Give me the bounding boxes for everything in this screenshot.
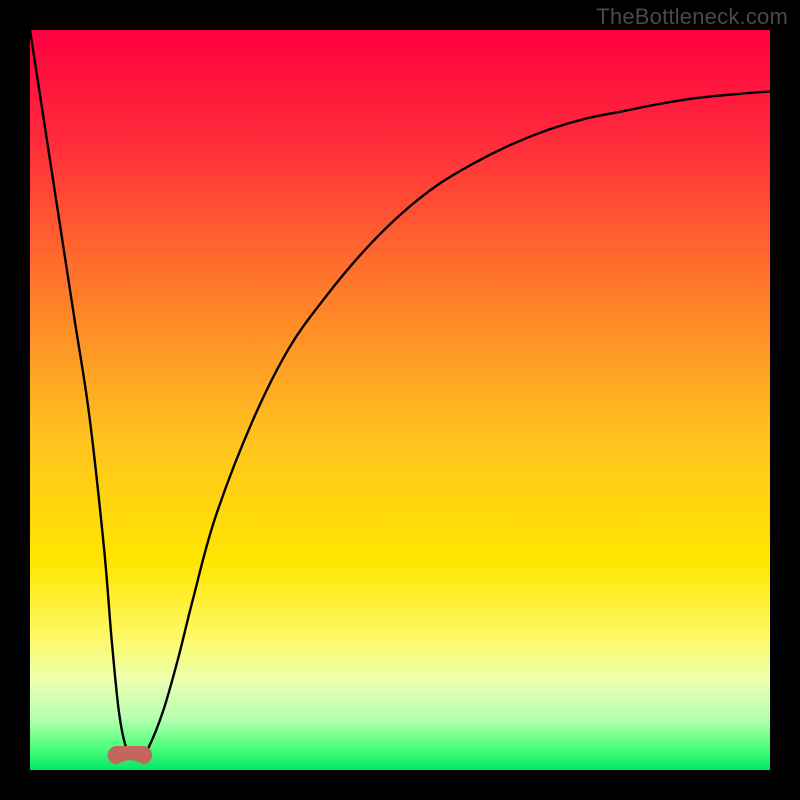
watermark-text: TheBottleneck.com (596, 4, 788, 30)
chart-frame: TheBottleneck.com (0, 0, 800, 800)
plot-area (30, 30, 770, 770)
chart-svg (30, 30, 770, 770)
chart-background (30, 30, 770, 770)
